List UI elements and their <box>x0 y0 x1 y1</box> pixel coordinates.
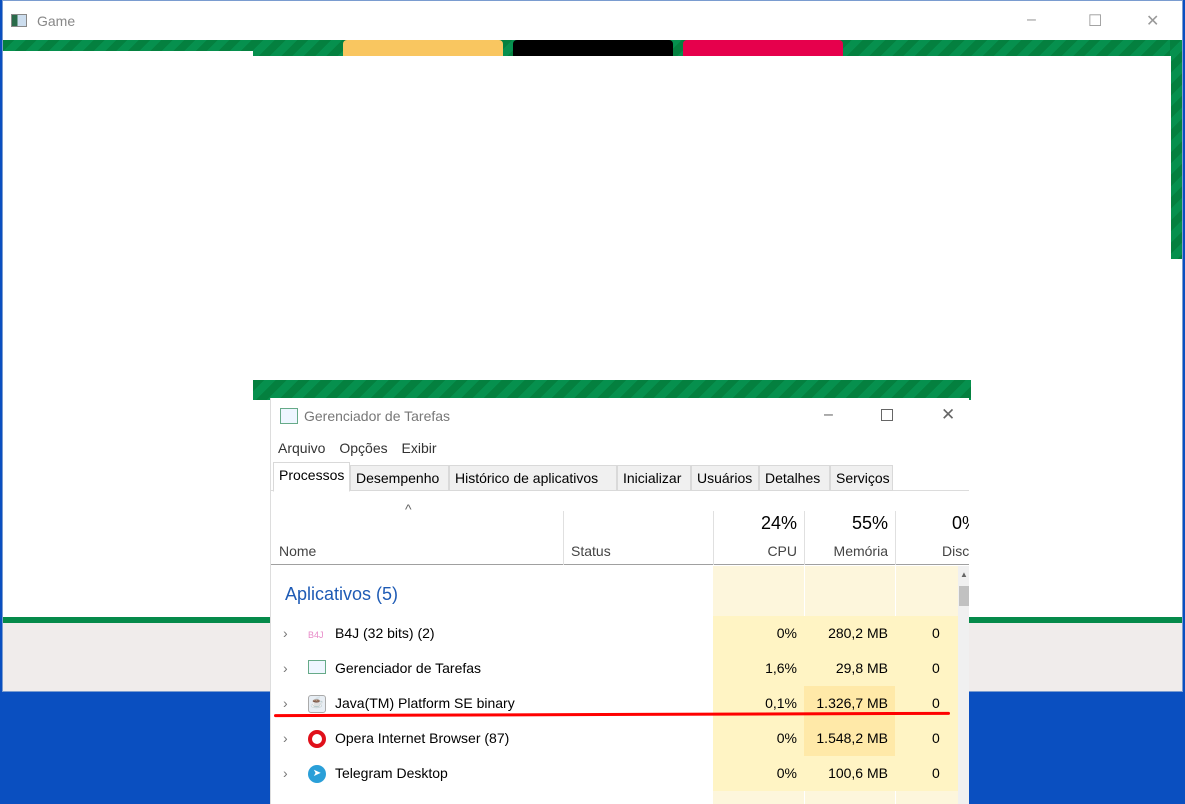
tab-desempenho[interactable]: Desempenho <box>350 465 449 491</box>
minimize-button[interactable]: – <box>824 406 833 424</box>
tab-usuarios[interactable]: Usuários <box>691 465 759 491</box>
process-cpu: 0,1% <box>713 686 804 721</box>
task-manager-window: Gerenciador de Tarefas – ✕ Arquivo Opçõe… <box>270 398 969 804</box>
yellow-tab[interactable] <box>343 40 503 56</box>
memory-total: 55% <box>851 513 888 533</box>
scrollbar[interactable]: ▲ <box>958 566 969 804</box>
menu-exibir[interactable]: Exibir <box>402 440 437 456</box>
column-cpu: CPU <box>767 543 797 559</box>
scrollbar-thumb[interactable] <box>959 586 969 606</box>
process-disk: 0 M <box>895 651 958 686</box>
process-memory: 100,6 MB <box>804 756 895 791</box>
tab-inicializar[interactable]: Inicializar <box>617 465 691 491</box>
column-header: ^ Nome Status 24% CPU 55% Memória 0% Dis… <box>271 491 969 565</box>
b4j-icon: B4J <box>308 630 324 640</box>
close-button[interactable]: ✕ <box>941 405 955 425</box>
game-title: Game <box>37 13 76 29</box>
process-name: Telegram Desktop <box>335 765 448 781</box>
green-felt-middle <box>253 380 971 400</box>
process-cpu: 1,6% <box>713 651 804 686</box>
process-name: B4J (32 bits) (2) <box>335 625 435 641</box>
column-cpu-cell[interactable]: 24% CPU <box>713 511 804 565</box>
expand-chevron-icon[interactable]: › <box>283 616 288 651</box>
process-cpu: 0% <box>713 616 804 651</box>
scroll-up-icon[interactable]: ▲ <box>960 570 968 579</box>
process-row[interactable]: › Gerenciador de Tarefas 1,6% 29,8 MB 0 … <box>271 651 958 686</box>
process-row[interactable]: › ➤ Telegram Desktop 0% 100,6 MB 0 M <box>271 756 958 791</box>
expand-chevron-icon[interactable]: › <box>283 721 288 756</box>
opera-icon <box>308 730 326 748</box>
red-tab[interactable] <box>683 40 843 56</box>
telegram-icon: ➤ <box>308 765 326 783</box>
process-row[interactable]: › B4J B4J (32 bits) (2) 0% 280,2 MB 0 M <box>271 616 958 651</box>
process-memory: 280,2 MB <box>804 616 895 651</box>
column-nome[interactable]: Nome <box>279 543 316 559</box>
column-disk: Disco <box>942 543 969 559</box>
column-memory-cell[interactable]: 55% Memória <box>804 511 895 565</box>
close-button[interactable]: ✕ <box>1146 11 1159 31</box>
window-title: Gerenciador de Tarefas <box>304 408 451 424</box>
menu-arquivo[interactable]: Arquivo <box>278 440 325 456</box>
process-disk: 0 M <box>895 756 958 791</box>
green-felt-right <box>1170 40 1182 259</box>
process-memory: 29,8 MB <box>804 651 895 686</box>
expand-chevron-icon[interactable]: › <box>283 756 288 791</box>
process-cpu: 0% <box>713 756 804 791</box>
group-aplicativos: Aplicativos (5) <box>285 584 399 604</box>
tab-servicos[interactable]: Serviços <box>830 465 893 491</box>
process-disk: 0 M <box>895 616 958 651</box>
java-icon: ☕ <box>308 695 326 713</box>
left-panel <box>3 51 253 619</box>
process-disk: 0 M <box>895 686 958 721</box>
tab-detalhes[interactable]: Detalhes <box>759 465 830 491</box>
expand-chevron-icon[interactable]: › <box>283 651 288 686</box>
process-memory: 1.326,7 MB <box>804 686 895 721</box>
disk-total: 0% <box>952 513 969 533</box>
process-cpu: 0% <box>713 721 804 756</box>
process-name: Gerenciador de Tarefas <box>335 660 482 676</box>
game-app-icon <box>11 14 27 27</box>
task-manager-icon <box>280 408 298 424</box>
process-memory: 1.548,2 MB <box>804 721 895 756</box>
tab-bar: Processos Desempenho Histórico de aplica… <box>271 462 969 492</box>
column-status-cell[interactable]: Status <box>563 511 713 565</box>
column-disk-cell[interactable]: 0% Disco <box>895 511 969 565</box>
process-row[interactable]: › Opera Internet Browser (87) 0% 1.548,2… <box>271 721 958 756</box>
sort-up-icon: ^ <box>405 501 412 517</box>
cpu-total: 24% <box>760 513 797 533</box>
process-name: Opera Internet Browser (87) <box>335 730 510 746</box>
column-memory: Memória <box>833 543 888 559</box>
column-status: Status <box>571 543 611 559</box>
tab-historico[interactable]: Histórico de aplicativos <box>449 465 617 491</box>
task-manager-icon <box>308 660 326 678</box>
maximize-button[interactable] <box>881 409 893 421</box>
minimize-button[interactable]: – <box>1027 11 1036 29</box>
tab-processos[interactable]: Processos <box>273 462 350 492</box>
black-tab[interactable] <box>513 40 673 56</box>
maximize-button[interactable]: ☐ <box>1088 11 1102 31</box>
process-disk: 0 M <box>895 721 958 756</box>
menu-opcoes[interactable]: Opções <box>339 440 387 456</box>
